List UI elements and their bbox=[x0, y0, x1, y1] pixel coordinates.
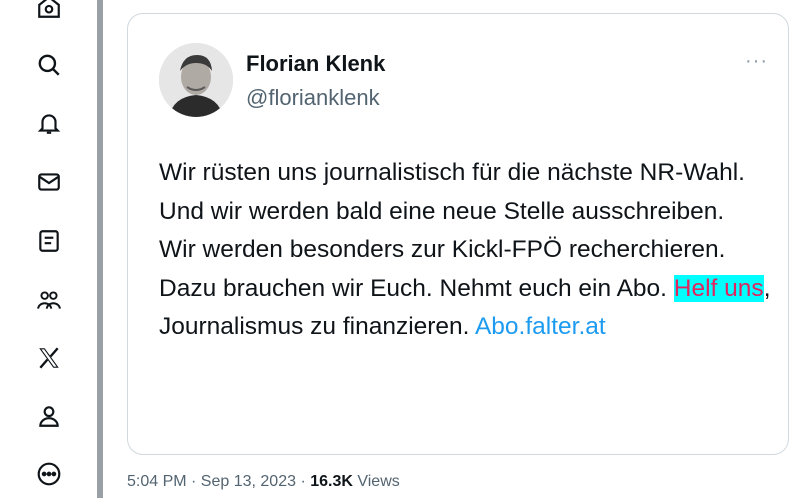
tweet-timestamp[interactable]: 5:04 PM · Sep 13, 2023 · bbox=[127, 473, 310, 490]
views-count: 16.3K bbox=[310, 473, 353, 490]
tweet-text: Wir rüsten uns journalistisch für die nä… bbox=[159, 154, 784, 347]
views-label: Views bbox=[352, 473, 400, 490]
lists-icon[interactable] bbox=[34, 226, 64, 256]
sidebar-nav bbox=[0, 0, 96, 498]
x-logo-icon[interactable] bbox=[34, 343, 64, 373]
more-icon[interactable] bbox=[34, 459, 64, 489]
author-handle[interactable]: @florianklenk bbox=[246, 85, 380, 111]
author-name[interactable]: Florian Klenk bbox=[246, 51, 385, 77]
avatar[interactable] bbox=[159, 43, 233, 117]
profile-icon[interactable] bbox=[34, 401, 64, 431]
more-options-icon[interactable]: ··· bbox=[745, 50, 768, 73]
communities-icon[interactable] bbox=[34, 285, 64, 315]
tweet-link[interactable]: Abo.falter.at bbox=[475, 313, 606, 340]
search-icon[interactable] bbox=[34, 50, 64, 80]
home-icon[interactable] bbox=[34, 0, 64, 22]
tweet-text-part2: Wir werden besonders zur Kickl-FPÖ reche… bbox=[159, 236, 726, 302]
sidebar-divider bbox=[97, 0, 103, 498]
messages-icon[interactable] bbox=[34, 167, 64, 197]
notifications-icon[interactable] bbox=[34, 108, 64, 138]
tweet-text-part1: Wir rüsten uns journalistisch für die nä… bbox=[159, 159, 745, 225]
tweet-meta: 5:04 PM · Sep 13, 2023 · 16.3K Views bbox=[127, 473, 400, 491]
tweet-card[interactable]: Florian Klenk @florianklenk ··· Wir rüst… bbox=[127, 13, 789, 455]
highlighted-text: Helf uns bbox=[673, 274, 764, 302]
